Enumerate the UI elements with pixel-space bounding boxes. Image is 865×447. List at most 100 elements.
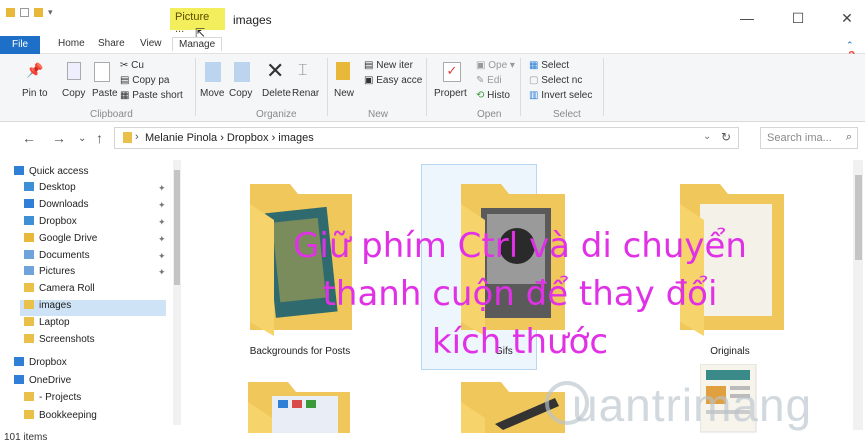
select-all-icon: ▦ [529, 60, 542, 71]
easy-access-button[interactable]: ▣ Easy acce [364, 75, 422, 86]
copy-to-button[interactable]: Copy [229, 88, 252, 99]
pin-icon: 📌 [26, 62, 44, 78]
paste-shortcut-label: Paste short [132, 90, 183, 101]
delete-button[interactable]: Delete [262, 88, 291, 99]
paste-button[interactable]: Paste [92, 88, 118, 99]
sidebar-item-dropbox[interactable]: Dropbox [10, 357, 166, 373]
copy-button[interactable]: Copy [62, 88, 85, 99]
rename-button[interactable]: Renar [292, 88, 319, 99]
sidebar-item-label: Documents [39, 250, 90, 261]
search-input[interactable]: Search ima... ⌕ [760, 127, 858, 149]
select-all-button[interactable]: ▦ Select [529, 60, 569, 71]
pin-icon[interactable]: ✦ [158, 267, 166, 278]
move-to-button[interactable]: Move [200, 88, 224, 99]
address-dropdown-icon[interactable]: ⌄ [703, 131, 711, 142]
sidebar-item-desktop[interactable]: Desktop [20, 182, 166, 198]
folder-originals[interactable] [672, 180, 792, 343]
copy-to-icon [234, 62, 250, 82]
tab-view[interactable]: View [140, 38, 162, 49]
qat-dropdown-icon[interactable]: ▾ [48, 7, 53, 18]
pin-icon[interactable]: ✦ [158, 251, 166, 262]
folder-thumbnail [250, 184, 352, 336]
folder-icon [24, 317, 34, 326]
pin-to-quick-access-button[interactable]: Pin to [22, 88, 48, 99]
invert-selection-button[interactable]: ▥ Invert selec [529, 90, 592, 101]
recent-locations-button[interactable]: ⌄ [78, 133, 86, 144]
cut-button[interactable]: ✂ Cu [120, 60, 144, 71]
minimize-button[interactable]: — [732, 10, 762, 26]
star-icon [14, 166, 24, 175]
ribbon-separator [195, 58, 196, 116]
forward-arrow-icon: → [52, 130, 66, 146]
folder-icon [6, 8, 15, 17]
sidebar-item-bookkeeping[interactable]: Bookkeeping [20, 410, 166, 426]
refresh-icon[interactable]: ↻ [721, 130, 731, 144]
tab-share[interactable]: Share [98, 38, 125, 49]
title-bar: ▾ Picture ... images ⇱ — ☐ ✕ [0, 0, 865, 40]
navigation-scrollbar-thumb[interactable] [174, 170, 180, 285]
sidebar-item-laptop[interactable]: Laptop [20, 317, 166, 333]
cut-label: Cu [131, 60, 144, 71]
pin-icon[interactable]: ✦ [158, 234, 166, 245]
new-item-button[interactable]: ▤ New iter [364, 60, 413, 71]
properties-button[interactable]: Propert [434, 88, 467, 99]
quick-access-toolbar: ▾ [6, 7, 53, 18]
properties-icon: ✓ [443, 62, 461, 82]
sidebar-item-google-drive[interactable]: Google Drive [20, 233, 166, 249]
sidebar-item-label: Desktop [39, 182, 76, 193]
tab-home[interactable]: Home [58, 38, 85, 49]
folder-partial[interactable] [238, 378, 358, 436]
forward-button[interactable]: → [52, 130, 66, 146]
new-folder-button[interactable]: New [334, 88, 354, 99]
pin-icon[interactable]: ✦ [158, 217, 166, 228]
new-folder-icon[interactable] [34, 8, 43, 17]
sidebar-item-quick-access[interactable]: Quick access [10, 166, 166, 182]
history-button[interactable]: ⟲ Histo [476, 90, 510, 101]
sidebar-item-dropbox[interactable]: Dropbox [20, 216, 166, 232]
sidebar-item-downloads[interactable]: Downloads [20, 199, 166, 215]
breadcrumb[interactable]: Melanie Pinola › Dropbox › images [145, 132, 314, 144]
maximize-button[interactable]: ☐ [783, 10, 813, 27]
properties-icon[interactable] [20, 8, 29, 17]
move-to-icon [205, 62, 221, 82]
copy-path-button[interactable]: ▤ Copy pa [120, 75, 169, 86]
paste-icon [94, 62, 110, 82]
clipboard-group-label: Clipboard [90, 109, 133, 120]
new-folder-icon [336, 62, 350, 80]
tab-manage[interactable]: Manage [172, 37, 223, 51]
sidebar-item-images[interactable]: images [20, 300, 166, 316]
copy-icon [67, 62, 81, 80]
sidebar-item-label: Laptop [39, 317, 70, 328]
content-scrollbar-thumb[interactable] [855, 175, 862, 260]
status-item-count: 101 items [4, 432, 48, 443]
pin-icon[interactable]: ✦ [158, 200, 166, 211]
new-group-label: New [368, 109, 389, 120]
sidebar-item-camera-roll[interactable]: Camera Roll [20, 283, 166, 299]
sidebar-item-label: images [39, 300, 72, 311]
open-button[interactable]: ▣ Ope ▾ [476, 60, 515, 71]
copy-path-label: Copy pa [132, 75, 170, 86]
address-field[interactable]: › Melanie Pinola › Dropbox › images ⌄ ↻ [114, 127, 739, 149]
sidebar-item-onedrive[interactable]: OneDrive [10, 375, 166, 391]
sidebar-item-label: Screenshots [39, 334, 95, 345]
select-none-button[interactable]: ▢ Select nc [529, 75, 582, 86]
folder-backgrounds-for-posts[interactable] [240, 180, 360, 343]
pin-icon[interactable]: ✦ [158, 183, 166, 194]
documents-folder-icon [24, 250, 34, 259]
up-button[interactable]: ↑ [96, 130, 103, 146]
select-all-label: Select [541, 60, 570, 71]
select-none-icon: ▢ [529, 75, 542, 86]
sidebar-item-pictures[interactable]: Pictures [20, 266, 166, 282]
edit-icon: ✎ [476, 75, 488, 86]
sidebar-item-documents[interactable]: Documents [20, 250, 166, 266]
sidebar-item-screenshots[interactable]: Screenshots [20, 334, 166, 350]
folder-gifs[interactable] [455, 180, 575, 343]
edit-button[interactable]: ✎ Edi [476, 75, 502, 86]
invert-selection-icon: ▥ [529, 90, 542, 101]
paste-shortcut-button[interactable]: ▦ Paste short [120, 90, 183, 101]
folder-label: Gifs [495, 346, 513, 357]
back-button[interactable]: ← [22, 130, 36, 146]
close-button[interactable]: ✕ [832, 10, 862, 27]
tab-file[interactable]: File [0, 36, 40, 54]
sidebar-item-projects[interactable]: - Projects [20, 392, 166, 408]
